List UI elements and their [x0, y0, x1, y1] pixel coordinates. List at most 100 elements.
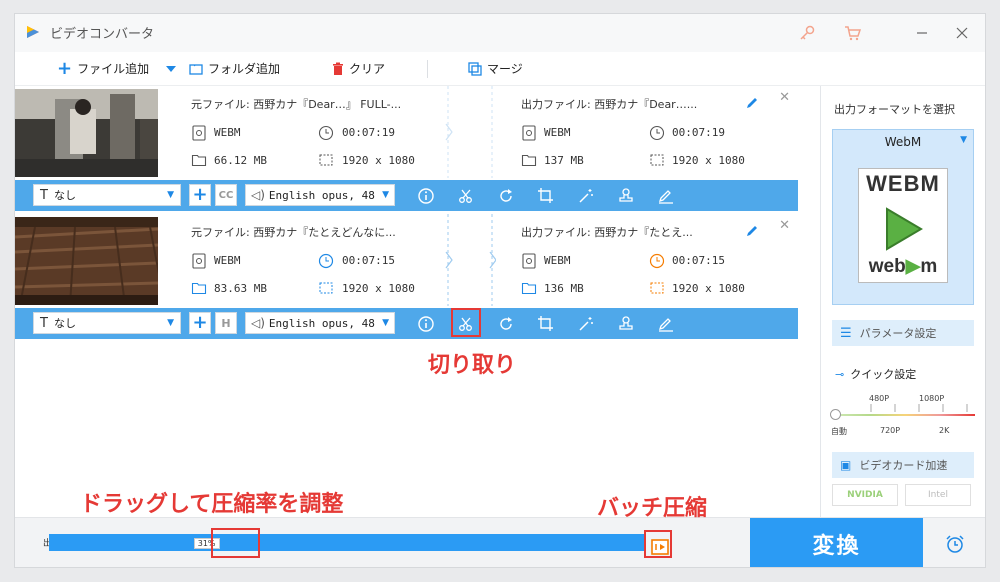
edit-icon[interactable]	[745, 96, 759, 110]
crop-icon[interactable]	[537, 187, 555, 205]
batch-highlight-box	[644, 530, 672, 558]
close-icon[interactable]	[951, 22, 973, 44]
audio-select[interactable]: ◁) English opus, 48 ▼	[245, 184, 395, 206]
video-format-icon	[522, 125, 536, 141]
output-format: WEBM	[544, 126, 571, 139]
merge-button[interactable]: マージ	[468, 60, 523, 77]
slider-highlight-box	[211, 528, 260, 558]
nvidia-badge: NVIDIA	[832, 484, 898, 506]
clear-button[interactable]: クリア	[332, 60, 385, 77]
alarm-clock-icon[interactable]	[944, 533, 966, 555]
video-format-icon	[192, 125, 206, 141]
batch-annotation: バッチ圧縮	[597, 496, 708, 521]
source-duration: 00:07:15	[342, 254, 395, 267]
video-thumbnail[interactable]	[15, 89, 158, 177]
watermark-stamp-icon[interactable]	[617, 187, 635, 205]
quality-slider-track[interactable]	[835, 414, 975, 416]
convert-button[interactable]: 変換	[750, 518, 923, 567]
subtitle-value: なし	[53, 189, 76, 202]
source-resolution: 1920 x 1080	[342, 282, 415, 295]
output-size: 137 MB	[544, 154, 584, 167]
audio-select[interactable]: ◁) English opus, 48 ▼	[245, 312, 395, 334]
source-format: WEBM	[214, 126, 241, 139]
drag-annotation: ドラッグして圧縮率を調整	[80, 492, 344, 517]
output-duration: 00:07:15	[672, 254, 725, 267]
webm-logo-bottom: web▶m	[868, 256, 938, 277]
chevron-down-icon: ▼	[167, 190, 174, 200]
output-resolution: 1920 x 1080	[672, 282, 745, 295]
scissors-icon[interactable]	[457, 187, 475, 205]
plus-icon: +	[192, 312, 208, 333]
folder-icon	[191, 154, 207, 167]
remove-item-icon[interactable]: ✕	[779, 218, 790, 233]
dropdown-arrow-icon[interactable]	[165, 65, 177, 73]
cart-icon[interactable]	[841, 22, 863, 44]
source-filename: 元ファイル: 西野カナ『たとえどんなに...	[191, 226, 396, 239]
chevron-down-icon[interactable]: ▼	[960, 135, 967, 145]
edit-subtitle-icon[interactable]	[657, 315, 675, 333]
cc-button[interactable]: CC	[215, 184, 237, 206]
clock-icon	[318, 253, 334, 269]
folder-icon	[521, 154, 537, 167]
add-subtitle-button[interactable]: +	[189, 184, 211, 206]
format-card[interactable]: WebM ▼ WEBM web▶m	[832, 129, 974, 305]
source-filename: 元ファイル: 西野カナ『Dear…』 FULL-...	[191, 98, 402, 111]
effects-wand-icon[interactable]	[577, 187, 595, 205]
parameter-settings-button[interactable]: ☰ パラメータ設定	[832, 320, 974, 346]
video-format-icon	[192, 253, 206, 269]
file-list: 元ファイル: 西野カナ『Dear…』 FULL-... WEBM 00:07:1…	[15, 86, 798, 346]
app-window: ビデオコンバータ + ファイル追加 フォルダ追加 クリア マージ 元ファイル: …	[14, 13, 986, 568]
effects-wand-icon[interactable]	[577, 315, 595, 333]
clear-label: クリア	[349, 62, 386, 76]
format-name: WebM	[884, 135, 922, 149]
gpu-acceleration-label: ビデオカード加速	[859, 459, 948, 472]
subtitle-select[interactable]: T なし ▼	[33, 184, 181, 206]
rotate-icon[interactable]	[497, 315, 515, 333]
audio-value: English opus, 48	[268, 188, 375, 202]
watermark-stamp-icon[interactable]	[617, 315, 635, 333]
output-filename: 出力ファイル: 西野カナ『たとえ...	[521, 226, 693, 239]
quality-slider-handle[interactable]	[830, 409, 841, 420]
parameter-settings-label: パラメータ設定	[859, 327, 937, 340]
compress-slider[interactable]	[49, 534, 645, 551]
video-thumbnail[interactable]	[15, 217, 158, 305]
merge-icon	[468, 61, 482, 76]
resolution-icon	[319, 154, 333, 166]
output-resolution: 1920 x 1080	[672, 154, 745, 167]
remove-item-icon[interactable]: ✕	[779, 90, 790, 105]
toolbar-divider	[427, 60, 428, 78]
minimize-icon[interactable]	[911, 22, 933, 44]
app-title: ビデオコンバータ	[50, 27, 155, 42]
add-file-button[interactable]: + ファイル追加	[57, 57, 149, 79]
subtitle-select[interactable]: T なし ▼	[33, 312, 181, 334]
item-action-bar: T なし ▼ + H ◁) English opus, 48 ▼	[15, 308, 798, 339]
sliders-icon: ☰	[840, 325, 852, 341]
gpu-acceleration-button[interactable]: ▣ ビデオカード加速	[832, 452, 974, 478]
edit-icon[interactable]	[745, 224, 759, 238]
resolution-icon	[650, 282, 664, 294]
info-icon[interactable]	[417, 187, 435, 205]
chevron-down-icon: ▼	[382, 318, 389, 328]
plus-icon: +	[57, 57, 73, 79]
crop-icon[interactable]	[537, 315, 555, 333]
info-icon[interactable]	[417, 315, 435, 333]
source-format: WEBM	[214, 254, 241, 267]
hdr-button[interactable]: H	[215, 312, 237, 334]
cc-icon: CC	[218, 189, 234, 201]
file-item[interactable]: 元ファイル: 西野カナ『Dear…』 FULL-... WEBM 00:07:1…	[15, 86, 798, 211]
add-folder-button[interactable]: フォルダ追加	[189, 60, 280, 77]
output-size: 136 MB	[544, 282, 584, 295]
video-format-icon	[522, 253, 536, 269]
file-item[interactable]: 元ファイル: 西野カナ『たとえどんなに... WEBM 00:07:15 83.…	[15, 214, 798, 339]
cut-annotation: 切り取り	[428, 353, 517, 378]
play-triangle-icon	[886, 207, 923, 251]
speaker-icon: ◁)	[251, 188, 265, 202]
edit-subtitle-icon[interactable]	[657, 187, 675, 205]
slider-label-720p: 720P	[880, 426, 901, 435]
rotate-icon[interactable]	[497, 187, 515, 205]
audio-value: English opus, 48	[268, 316, 375, 330]
subtitle-value: なし	[53, 317, 76, 330]
add-subtitle-button[interactable]: +	[189, 312, 211, 334]
key-icon[interactable]	[796, 22, 818, 44]
text-icon: T	[40, 315, 48, 331]
